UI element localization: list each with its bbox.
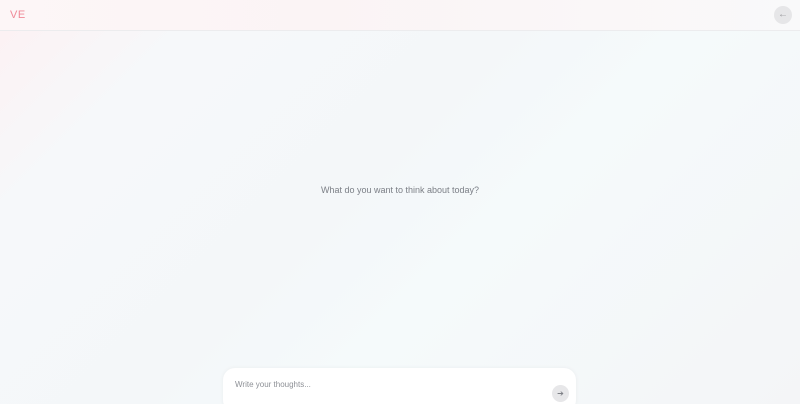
arrow-left-icon: ← bbox=[778, 9, 788, 20]
welcome-prompt: What do you want to think about today? bbox=[320, 185, 480, 195]
send-button[interactable]: ➔ bbox=[552, 385, 569, 402]
thoughts-input[interactable] bbox=[235, 378, 535, 390]
header-bar: VE ← bbox=[0, 0, 800, 31]
message-composer: ➔ bbox=[223, 368, 576, 404]
back-button[interactable]: ← bbox=[774, 6, 792, 24]
arrow-right-icon: ➔ bbox=[557, 389, 564, 398]
app-logo[interactable]: VE bbox=[10, 9, 26, 21]
